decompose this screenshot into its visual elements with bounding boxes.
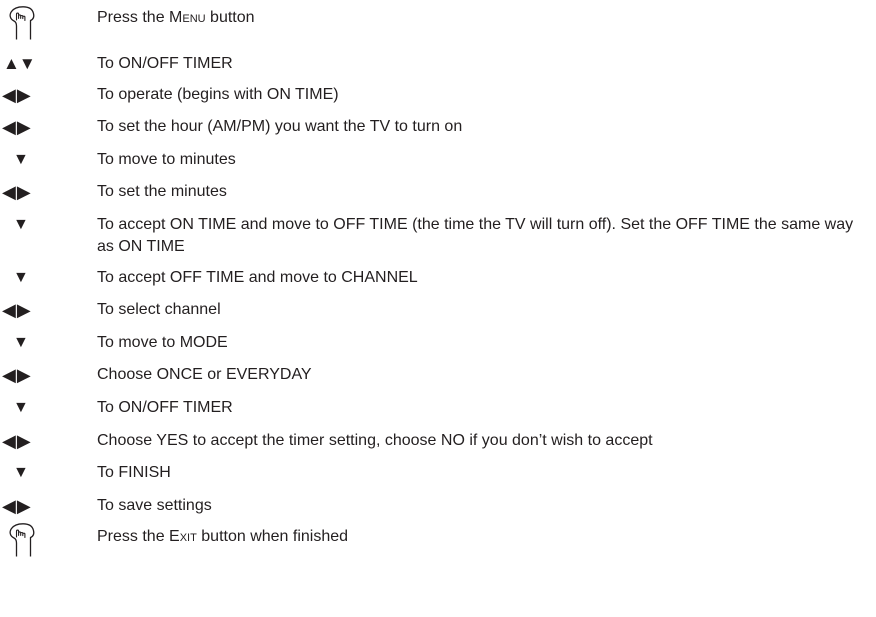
step-text: Choose YES to accept the timer setting, … [97,432,653,449]
step-text: To FINISH [97,464,171,481]
down-arrow-icon: ▼ [13,334,29,351]
down-arrow-icon: ▼ [13,269,29,286]
left-right-arrows-icon: ◀▶ [2,182,32,202]
step-text: To accept OFF TIME and move to CHANNEL [97,269,418,286]
down-arrow-icon: ▼ [13,464,29,481]
left-right-arrows-icon: ◀▶ [2,431,32,451]
step-text: Press the Exit button when finished [97,528,349,545]
step-text: Press the Menu button [97,9,255,26]
menu-key-label: Menu [169,9,206,26]
left-right-arrows-icon: ◀▶ [2,300,32,320]
down-arrow-icon: ▼ [13,399,29,416]
down-arrow-icon: ▼ [13,216,29,233]
step-text: To move to MODE [97,334,228,351]
step-text: To accept ON TIME and move to OFF TIME (… [97,216,854,255]
step-text: To set the hour (AM/PM) you want the TV … [97,118,463,135]
step-text: To set the minutes [97,183,227,200]
hand-press-icon [9,6,35,40]
step-text: To move to minutes [97,151,236,168]
left-right-arrows-icon: ◀▶ [2,496,32,516]
step-text: To save settings [97,497,212,514]
step-text: To operate (begins with ON TIME) [97,86,339,103]
left-right-arrows-icon: ◀▶ [2,117,32,137]
left-right-arrows-icon: ◀▶ [2,85,32,105]
left-right-arrows-icon: ◀▶ [2,365,32,385]
up-down-arrows-icon: ▲▼ [3,54,36,73]
instruction-steps: Press the Menu button ▲▼ To ON/OFF TIMER… [0,0,876,617]
exit-key-label: Exit [169,528,197,545]
step-text: To ON/OFF TIMER [97,399,233,416]
step-text: To select channel [97,301,221,318]
down-arrow-icon: ▼ [13,151,29,168]
hand-press-icon [9,523,35,557]
step-text: To ON/OFF TIMER [97,55,233,72]
step-text: Choose ONCE or EVERYDAY [97,366,312,383]
